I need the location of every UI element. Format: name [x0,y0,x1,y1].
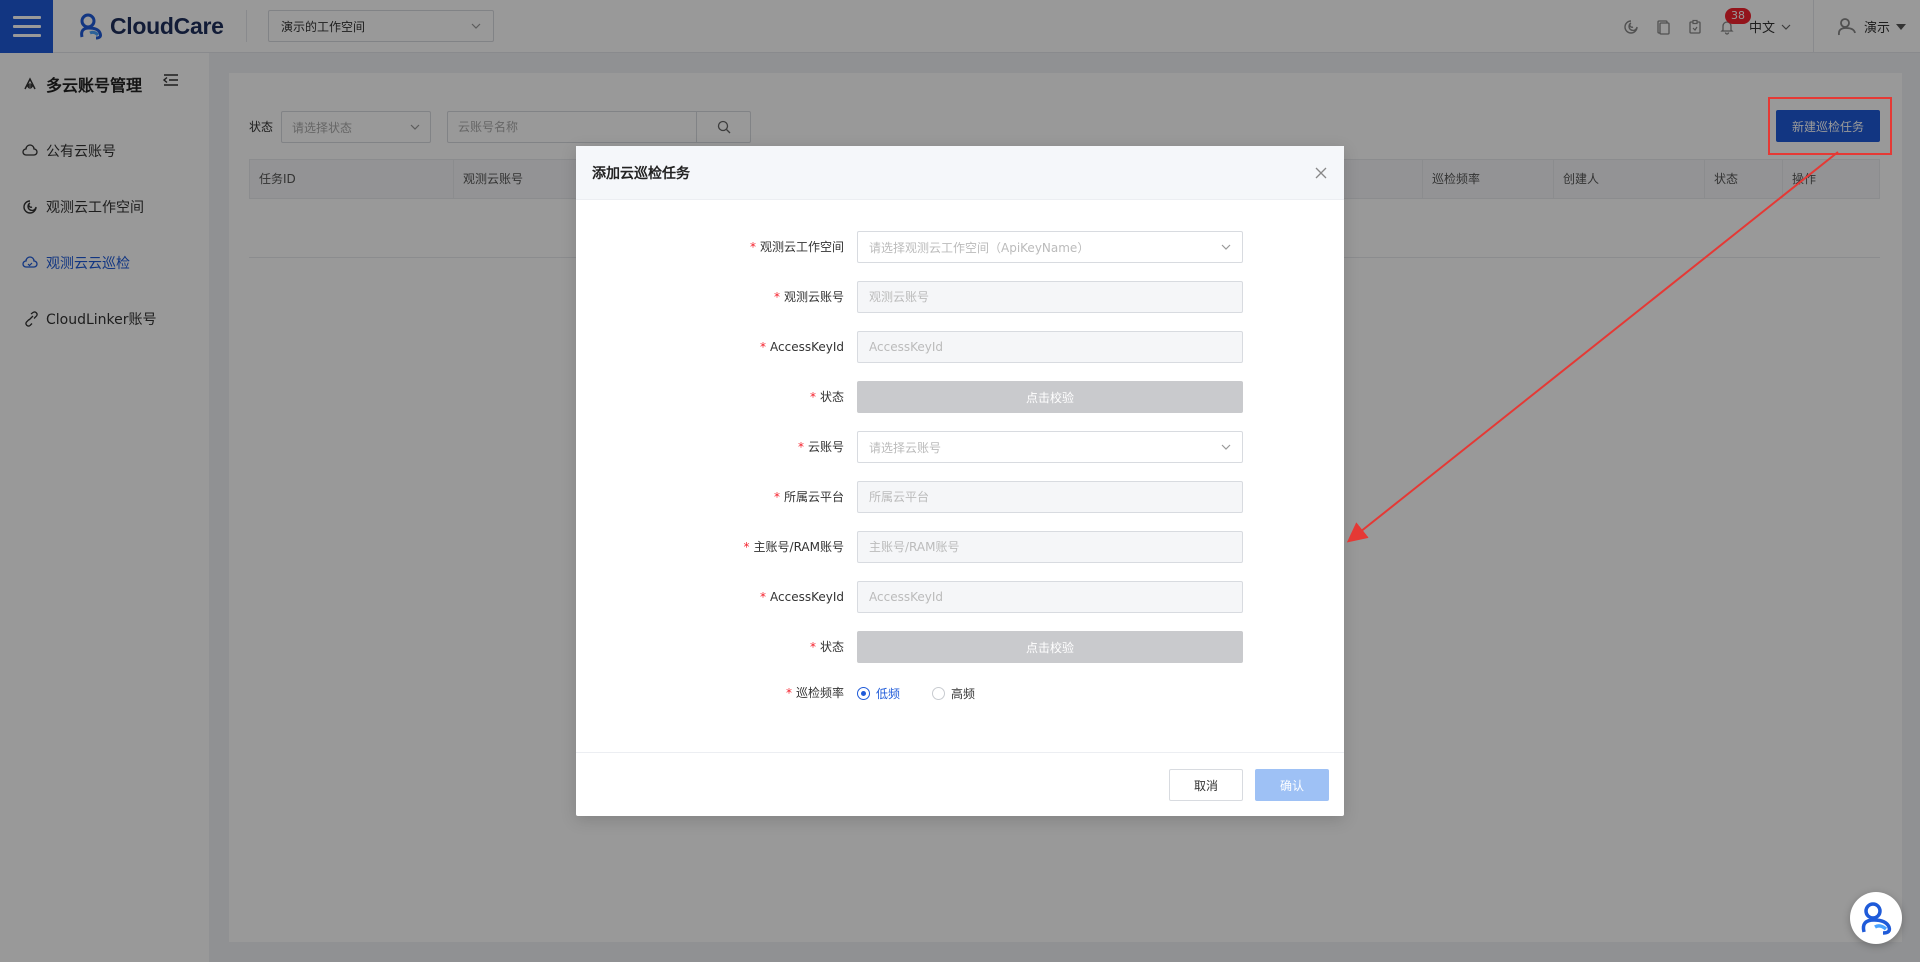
radio-low-frequency[interactable]: 低频 [857,685,900,702]
form-row-status-2: * 状态 点击校验 [576,631,1344,663]
modal-title: 添加云巡检任务 [592,165,690,182]
form-row-frequency: * 巡检频率 低频 高频 [576,677,1344,709]
radio-label: 高频 [951,686,976,701]
workspace-select[interactable]: 请选择观测云工作空间（ApiKeyName） [857,231,1243,263]
account-input [869,290,1231,304]
form-label: * 主账号/RAM账号 [743,540,844,554]
form-label: * 云账号 [797,440,844,454]
frequency-radio-group: 低频 高频 [857,677,1007,709]
chevron-down-icon [1221,244,1231,250]
form-label: * AccessKeyId [760,590,844,604]
cloud-account-placeholder: 请选择云账号 [869,440,942,455]
form-label: * 所属云平台 [773,490,844,504]
platform-input [869,490,1231,504]
main-account-input [869,540,1231,554]
cloudcare-assistant-icon [1861,902,1892,935]
form-label: * 状态 [809,390,844,404]
modal-header: 添加云巡检任务 [576,146,1344,200]
form-row-cloud-account: * 云账号 请选择云账号 [576,431,1344,463]
form-label: * 状态 [809,640,844,654]
account-field [857,281,1243,313]
verify-button[interactable]: 点击校验 [857,631,1243,663]
radio-button[interactable] [932,686,946,700]
form-label: * 观测云账号 [773,290,844,304]
form-row-workspace: * 观测云工作空间 请选择观测云工作空间（ApiKeyName） [576,231,1344,263]
main-account-field [857,531,1243,563]
access-key-input [869,590,1231,604]
form-label: * AccessKeyId [760,340,844,354]
form-label: * 观测云工作空间 [749,240,844,254]
form-row-access-key-1: * AccessKeyId [576,331,1344,363]
radio-high-frequency[interactable]: 高频 [932,685,975,702]
cancel-button[interactable]: 取消 [1169,769,1243,801]
radio-label: 低频 [876,686,901,701]
access-key-field [857,581,1243,613]
access-key-input [869,340,1231,354]
close-icon[interactable] [1314,166,1328,180]
form-row-main-account: * 主账号/RAM账号 [576,531,1344,563]
form-row-platform: * 所属云平台 [576,481,1344,513]
form-row-status-1: * 状态 点击校验 [576,381,1344,413]
confirm-button[interactable]: 确认 [1255,769,1329,801]
workspace-select-placeholder: 请选择观测云工作空间（ApiKeyName） [869,240,1090,255]
access-key-field [857,331,1243,363]
cloud-account-select[interactable]: 请选择云账号 [857,431,1243,463]
verify-button[interactable]: 点击校验 [857,381,1243,413]
form-row-account: * 观测云账号 [576,281,1344,313]
radio-button[interactable] [857,686,870,700]
chevron-down-icon [1221,444,1231,450]
form-label: * 巡检频率 [785,686,844,700]
assistant-button[interactable] [1850,892,1902,944]
modal-footer: 取消 确认 [576,752,1344,816]
form-row-access-key-2: * AccessKeyId [576,581,1344,613]
highlight-box [1768,97,1892,155]
add-inspection-task-dialog: 添加云巡检任务 * 观测云工作空间 请选择观测云工作空间（ApiKeyName） … [576,146,1344,816]
platform-field [857,481,1243,513]
